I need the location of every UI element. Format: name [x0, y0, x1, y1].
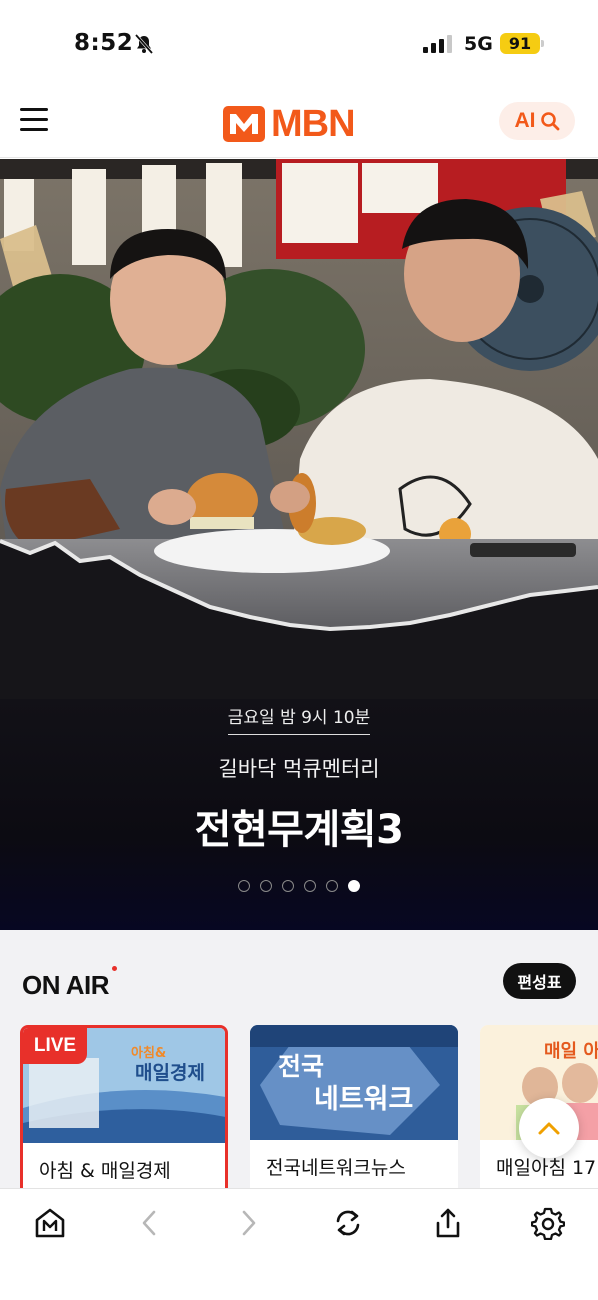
battery-level: 91 — [500, 33, 540, 54]
hero-subtitle: 길바닥 먹큐멘터리 — [218, 757, 380, 781]
menu-line — [20, 108, 48, 111]
hero-schedule: 금요일 밤 9시 10분 — [227, 703, 371, 735]
thumb-text: 매일경제 — [135, 1062, 205, 1084]
carousel-dot[interactable] — [260, 880, 272, 892]
ai-label: AI — [514, 109, 536, 132]
on-air-section: ON AIR 편성표 아침& 매일경제 LIVE 아침 & 매일경제 전국 네트 — [0, 930, 598, 1188]
thumb-text: 네트워크 — [314, 1084, 414, 1115]
program-card-live[interactable]: 아침& 매일경제 LIVE 아침 & 매일경제 — [20, 1025, 228, 1188]
carousel-dot[interactable] — [304, 880, 316, 892]
torn-edge-decoration — [0, 539, 598, 711]
mbn-logo-mark-icon — [223, 106, 265, 142]
back-button[interactable] — [129, 1203, 169, 1243]
hero-banner[interactable]: 금요일 밤 9시 10분 길바닥 먹큐멘터리 전현무계획3 — [0, 159, 598, 930]
share-button[interactable] — [428, 1203, 468, 1243]
thumb-text: 매일 아 — [544, 1041, 598, 1062]
on-air-title: ON AIR — [22, 970, 110, 1000]
program-title: 전국네트워크뉴스 — [266, 1157, 406, 1179]
status-time: 8:52 — [74, 30, 134, 56]
mbn-logo[interactable]: MBN — [223, 102, 356, 145]
bell-off-icon — [134, 34, 154, 54]
carousel-dot[interactable] — [282, 880, 294, 892]
battery-cap — [541, 40, 544, 47]
refresh-icon — [336, 1210, 360, 1236]
program-title: 아침 & 매일경제 — [39, 1160, 171, 1182]
battery-indicator: 91 — [500, 33, 544, 54]
share-icon — [436, 1208, 460, 1238]
forward-arrow-icon — [242, 1210, 256, 1236]
ai-search-button[interactable]: AI — [499, 102, 575, 140]
program-thumbnail: 전국 네트워크 — [250, 1025, 458, 1140]
search-icon — [540, 112, 559, 131]
app-header: MBN AI — [0, 90, 598, 158]
live-badge: LIVE — [23, 1028, 87, 1064]
carousel-dot[interactable] — [238, 880, 250, 892]
forward-button[interactable] — [229, 1203, 269, 1243]
menu-line — [20, 128, 48, 131]
hero-caption: 금요일 밤 9시 10분 길바닥 먹큐멘터리 전현무계획3 — [0, 703, 598, 855]
chevron-up-icon — [538, 1122, 560, 1135]
live-indicator-dot — [112, 966, 117, 971]
carousel-dot[interactable] — [326, 880, 338, 892]
network-type: 5G — [464, 33, 493, 55]
carousel-dots — [0, 880, 598, 892]
settings-gear-icon — [531, 1207, 565, 1240]
hero-title: 전현무계획3 — [194, 807, 404, 853]
carousel-dot[interactable] — [348, 880, 360, 892]
home-m-icon — [35, 1208, 65, 1238]
browser-toolbar — [0, 1188, 598, 1300]
scroll-to-top-button[interactable] — [519, 1098, 579, 1158]
signal-strength-icon — [423, 35, 452, 53]
status-bar: 8:52 5G 91 — [0, 0, 598, 90]
settings-button[interactable] — [528, 1203, 568, 1243]
refresh-button[interactable] — [328, 1203, 368, 1243]
program-card[interactable]: 전국 네트워크 전국네트워크뉴스 — [250, 1025, 458, 1188]
logo-text: MBN — [271, 102, 356, 145]
hamburger-menu-button[interactable] — [20, 108, 52, 136]
menu-line — [20, 118, 48, 121]
back-arrow-icon — [142, 1210, 156, 1236]
home-button[interactable] — [30, 1203, 70, 1243]
schedule-button[interactable]: 편성표 — [503, 963, 576, 999]
